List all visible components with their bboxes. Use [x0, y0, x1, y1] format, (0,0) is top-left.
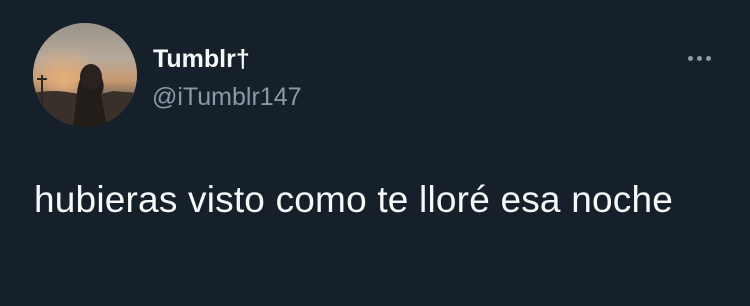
tweet-card: Tumblr† @iTumblr147 hubieras visto como …	[0, 0, 750, 306]
avatar-photo-icon	[33, 23, 137, 127]
author-display-name[interactable]: Tumblr†	[153, 44, 250, 74]
more-dot	[687, 55, 693, 61]
tweet-text: hubieras visto como te lloré esa noche	[34, 179, 674, 220]
author-handle[interactable]: @iTumblr147	[152, 82, 302, 112]
more-options-button[interactable]	[676, 44, 722, 72]
more-dot	[705, 55, 711, 61]
more-dot	[696, 55, 702, 61]
avatar[interactable]	[33, 23, 137, 127]
